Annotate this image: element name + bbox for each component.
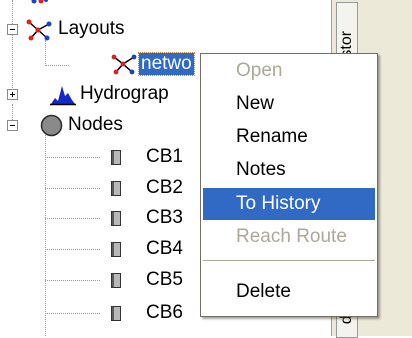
context-menu: Open New Rename Notes To History Reach R… <box>200 53 378 317</box>
catch-basin-icon <box>111 150 121 165</box>
catch-basin-icon <box>111 181 121 196</box>
tree-connector <box>45 157 100 158</box>
nodes-circle-icon <box>40 114 63 137</box>
tree-item-node[interactable]: CB2 <box>146 177 183 199</box>
tree-item-layouts[interactable]: Layouts <box>58 18 125 40</box>
tree-item-network-layout[interactable]: netwo <box>138 52 195 76</box>
tree-root-line <box>12 0 13 100</box>
tree-item-hydrographs[interactable]: Hydrograp <box>80 83 169 105</box>
menu-item-notes[interactable]: Notes <box>203 154 375 186</box>
tree-connector <box>45 280 100 281</box>
tree-connector <box>45 249 100 250</box>
catch-basin-icon <box>111 306 121 321</box>
tree-item-node[interactable]: CB3 <box>146 207 183 229</box>
tree-nodes-children-line <box>45 135 46 336</box>
menu-item-open[interactable]: Open <box>203 55 375 87</box>
hydrographs-expand-toggle[interactable] <box>7 89 18 100</box>
menu-item-to-history[interactable]: To History <box>203 188 375 220</box>
hydrograph-icon <box>50 86 76 106</box>
menu-item-delete[interactable]: Delete <box>203 276 375 308</box>
catch-basin-icon <box>111 242 121 257</box>
tree-connector <box>45 188 100 189</box>
menu-item-new[interactable]: New <box>203 88 375 120</box>
network-layout-icon <box>111 54 137 75</box>
tree-connector <box>45 218 100 219</box>
nodes-collapse-toggle[interactable] <box>7 120 18 131</box>
menu-item-reach-route[interactable]: Reach Route <box>203 221 375 253</box>
tree-item-nodes[interactable]: Nodes <box>68 114 123 136</box>
tree-item-node[interactable]: CB5 <box>146 269 183 291</box>
catch-basin-icon <box>111 273 121 288</box>
tree-item-node[interactable]: CB1 <box>146 146 183 168</box>
tree-connector <box>45 313 100 314</box>
tree-item-node[interactable]: CB4 <box>146 238 183 260</box>
tree-item-node[interactable]: CB6 <box>146 302 183 324</box>
catch-basin-icon <box>111 211 121 226</box>
layouts-network-icon <box>26 19 52 41</box>
menu-item-rename[interactable]: Rename <box>203 121 375 153</box>
partial-node-icon <box>31 0 48 4</box>
tree-connector <box>45 65 69 66</box>
layouts-collapse-toggle[interactable] <box>7 24 18 35</box>
menu-separator <box>203 260 375 261</box>
tree-layouts-line <box>45 40 46 66</box>
